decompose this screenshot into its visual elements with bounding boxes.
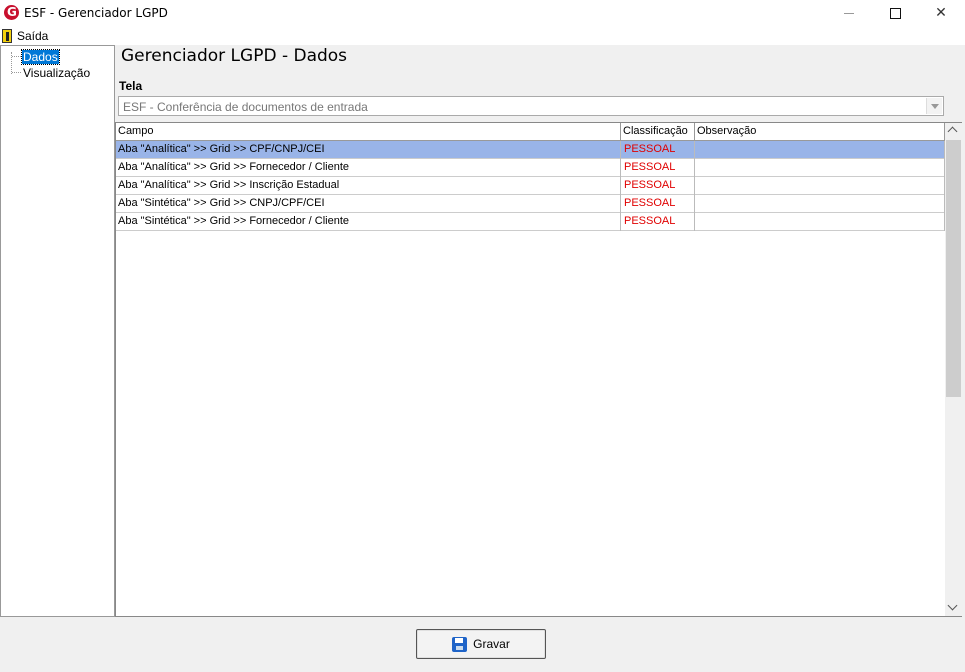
vertical-scrollbar[interactable] xyxy=(945,123,962,616)
table-row[interactable]: Aba "Sintética" >> Grid >> CNPJ/CPF/CEI … xyxy=(116,195,945,213)
scroll-down-icon[interactable] xyxy=(945,599,962,616)
exit-door-icon xyxy=(2,29,12,43)
classificacao-cell[interactable]: PESSOAL xyxy=(621,177,695,195)
tree-connector xyxy=(12,56,21,57)
classificacao-cell[interactable]: PESSOAL xyxy=(621,213,695,231)
campo-cell[interactable]: Aba "Analítica" >> Grid >> CPF/CNPJ/CEI xyxy=(116,141,621,159)
scrollbar-thumb[interactable] xyxy=(946,140,961,397)
observacao-cell[interactable] xyxy=(695,213,945,231)
observacao-cell[interactable] xyxy=(695,141,945,159)
table-row[interactable]: Aba "Analítica" >> Grid >> CPF/CNPJ/CEI … xyxy=(116,141,945,159)
tree-item-visualizacao[interactable]: Visualização xyxy=(22,66,91,80)
app-logo-icon xyxy=(4,5,19,20)
tree-connector xyxy=(12,72,21,73)
tela-label: Tela xyxy=(119,79,143,93)
exit-menu-label: Saída xyxy=(17,29,49,43)
close-icon: ✕ xyxy=(935,5,947,21)
scroll-up-icon[interactable] xyxy=(945,123,962,140)
navigation-tree: Dados Visualização xyxy=(0,45,115,617)
classificacao-cell[interactable]: PESSOAL xyxy=(621,195,695,213)
page-title: Gerenciador LGPD - Dados xyxy=(121,46,348,66)
maximize-button[interactable] xyxy=(872,0,918,27)
save-button[interactable]: Gravar xyxy=(416,629,546,659)
campo-cell[interactable]: Aba "Analítica" >> Grid >> Fornecedor / … xyxy=(116,159,621,177)
grid-header: Campo Classificação Observação xyxy=(116,123,945,141)
campo-cell[interactable]: Aba "Analítica" >> Grid >> Inscrição Est… xyxy=(116,177,621,195)
table-row[interactable]: Aba "Analítica" >> Grid >> Fornecedor / … xyxy=(116,159,945,177)
classificacao-cell[interactable]: PESSOAL xyxy=(621,141,695,159)
campo-cell[interactable]: Aba "Sintética" >> Grid >> Fornecedor / … xyxy=(116,213,621,231)
table-row[interactable]: Aba "Analítica" >> Grid >> Inscrição Est… xyxy=(116,177,945,195)
floppy-disk-icon xyxy=(452,636,468,652)
close-button[interactable]: ✕ xyxy=(918,0,964,27)
minimize-icon xyxy=(844,12,854,14)
column-header-campo[interactable]: Campo xyxy=(116,123,621,141)
save-button-label: Gravar xyxy=(473,637,510,651)
exit-menu-item[interactable]: Saída xyxy=(2,28,48,44)
classificacao-cell[interactable]: PESSOAL xyxy=(621,159,695,177)
observacao-cell[interactable] xyxy=(695,195,945,213)
tela-select-value: ESF - Conferência de documentos de entra… xyxy=(123,100,368,114)
data-grid: Campo Classificação Observação Aba "Anal… xyxy=(115,122,962,617)
chevron-down-icon[interactable] xyxy=(926,98,942,114)
minimize-button[interactable] xyxy=(826,0,872,27)
menu-bar: Saída xyxy=(0,27,965,45)
observacao-cell[interactable] xyxy=(695,177,945,195)
tela-select[interactable]: ESF - Conferência de documentos de entra… xyxy=(118,96,944,116)
column-header-classificacao[interactable]: Classificação xyxy=(621,123,695,141)
tree-item-dados[interactable]: Dados xyxy=(21,49,60,65)
column-header-observacao[interactable]: Observação xyxy=(695,123,945,141)
observacao-cell[interactable] xyxy=(695,159,945,177)
campo-cell[interactable]: Aba "Sintética" >> Grid >> CNPJ/CPF/CEI xyxy=(116,195,621,213)
table-row[interactable]: Aba "Sintética" >> Grid >> Fornecedor / … xyxy=(116,213,945,231)
maximize-icon xyxy=(889,7,901,19)
window-title: ESF - Gerenciador LGPD xyxy=(24,6,168,20)
title-bar: ESF - Gerenciador LGPD ✕ xyxy=(0,0,965,27)
